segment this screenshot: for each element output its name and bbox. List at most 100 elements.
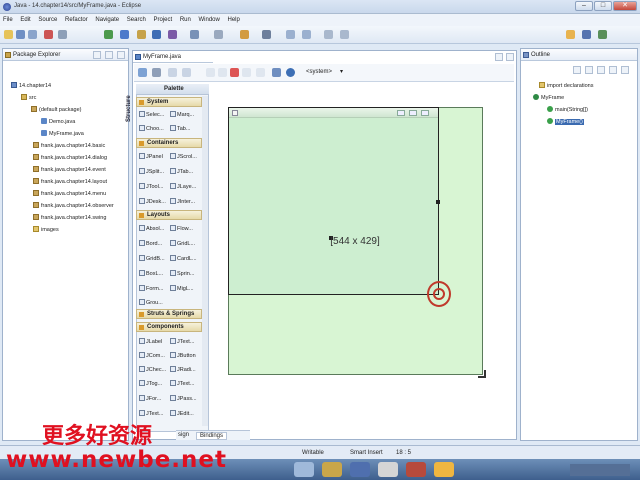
debug-icon[interactable] <box>44 30 53 39</box>
palette-item[interactable]: JCom... <box>139 352 165 359</box>
palette-category-layouts[interactable]: Layouts <box>136 210 202 220</box>
palette-item[interactable]: CardL... <box>170 255 197 262</box>
print-icon[interactable] <box>28 30 37 39</box>
maximize-view-icon[interactable] <box>506 53 514 61</box>
menu-refactor[interactable]: Refactor <box>62 14 91 23</box>
palette-item[interactable]: JTool... <box>139 183 163 190</box>
run-icon[interactable] <box>104 30 113 39</box>
tree-item[interactable]: MyFrame.java <box>41 130 84 137</box>
open-type-icon[interactable] <box>168 30 177 39</box>
java-perspective-icon[interactable] <box>582 30 591 39</box>
palette-item[interactable]: JDesk... <box>139 198 166 205</box>
menu-search[interactable]: Search <box>124 14 149 23</box>
task-icon[interactable] <box>214 30 223 39</box>
open-perspective-icon[interactable] <box>566 30 575 39</box>
palette-item[interactable]: JFor... <box>139 395 161 402</box>
palette-category-struts-springs[interactable]: Struts & Springs <box>136 309 202 319</box>
back-icon[interactable] <box>324 30 333 39</box>
palette-item[interactable]: Sprin... <box>170 270 194 277</box>
cut-icon[interactable] <box>206 68 215 77</box>
delete-icon[interactable] <box>230 68 239 77</box>
editor-tab-myframe[interactable]: MyFrame.java <box>133 51 213 63</box>
menu-source[interactable]: Source <box>35 14 60 23</box>
palette-item[interactable]: JPanel <box>139 153 163 160</box>
tab-design[interactable]: sign <box>178 432 189 438</box>
annotation-icon[interactable] <box>240 30 249 39</box>
taskbar-app-icon[interactable] <box>294 462 314 477</box>
taskbar-app2-icon[interactable] <box>378 462 398 477</box>
outline-item-imports[interactable]: import declarations <box>539 82 593 89</box>
palette-item[interactable]: GridL... <box>170 240 195 247</box>
palette-item[interactable]: JTog... <box>139 380 162 387</box>
palette-item[interactable]: JText... <box>139 410 163 417</box>
menu-window[interactable]: Window <box>196 14 223 23</box>
palette-item[interactable]: JSplit... <box>139 168 164 175</box>
palette-item[interactable]: Flow... <box>170 225 193 232</box>
prev-annotation-icon[interactable] <box>302 30 311 39</box>
tab-bindings[interactable]: Bindings <box>196 432 228 440</box>
palette-category-system[interactable]: System <box>136 97 202 107</box>
palette-category-components[interactable]: Components <box>136 322 202 332</box>
palette-item[interactable]: BoxL... <box>139 270 163 277</box>
palette-item[interactable]: GridB... <box>139 255 165 262</box>
tree-item[interactable]: frank.java.chapter14.observer <box>33 202 114 209</box>
tree-item[interactable]: frank.java.chapter14.event <box>33 166 106 173</box>
source-tab-icon[interactable] <box>138 68 147 77</box>
taskbar-app3-icon[interactable] <box>406 462 426 477</box>
link-editor-icon[interactable] <box>105 51 113 59</box>
hide-nonpublic-icon[interactable] <box>609 66 617 74</box>
palette-item[interactable]: JRadi... <box>170 366 196 373</box>
tree-item[interactable]: frank.java.chapter14.menu <box>33 190 106 197</box>
tree-item[interactable]: src <box>21 94 36 101</box>
menu-file[interactable]: File <box>0 14 16 23</box>
palette-item[interactable]: Bord... <box>139 240 162 247</box>
copy-icon[interactable] <box>218 68 227 77</box>
view-menu-icon[interactable] <box>117 51 125 59</box>
test-gui-icon[interactable] <box>152 68 161 77</box>
outline-menu-icon[interactable] <box>621 66 629 74</box>
tree-item[interactable]: 14.chapter14 <box>11 82 51 89</box>
palette-header[interactable]: Palette <box>136 84 209 95</box>
tree-item[interactable]: (default package) <box>31 106 82 113</box>
collapse-all-icon[interactable] <box>93 51 101 59</box>
align-left-icon[interactable] <box>256 68 265 77</box>
menu-navigate[interactable]: Navigate <box>92 14 122 23</box>
new-icon[interactable] <box>4 30 13 39</box>
outline-tab[interactable]: Outline <box>521 49 637 61</box>
palette-category-containers[interactable]: Containers <box>136 138 202 148</box>
palette-item[interactable]: Form... <box>139 285 163 292</box>
outline-item-class[interactable]: MyFrame <box>533 94 564 101</box>
tree-item[interactable]: frank.java.chapter14.basic <box>33 142 105 149</box>
resize-corner-icon[interactable] <box>478 370 486 378</box>
new-class-icon[interactable] <box>152 30 161 39</box>
palette-item[interactable]: JText... <box>170 380 194 387</box>
outline-item-constructor[interactable]: MyFrame() <box>547 118 584 125</box>
palette-item[interactable]: MigL... <box>170 285 194 292</box>
properties-icon[interactable] <box>272 68 281 77</box>
undo-icon[interactable] <box>168 68 177 77</box>
palette-item[interactable]: JPass... <box>170 395 197 402</box>
taskbar-folder-icon[interactable] <box>322 462 342 477</box>
pin-icon[interactable] <box>262 30 271 39</box>
palette-item[interactable]: JLaye... <box>170 183 196 190</box>
minimize-view-icon[interactable] <box>495 53 503 61</box>
taskbar-eclipse-icon[interactable] <box>350 462 370 477</box>
menu-help[interactable]: Help <box>225 14 243 23</box>
forward-icon[interactable] <box>340 30 349 39</box>
palette-item[interactable]: Choo... <box>139 125 164 132</box>
menu-edit[interactable]: Edit <box>17 14 33 23</box>
palette-item[interactable]: Marq... <box>170 111 194 118</box>
chevron-down-icon[interactable]: ▾ <box>340 68 343 75</box>
palette-item[interactable]: Grou... <box>139 299 163 306</box>
look-and-feel-icon[interactable] <box>286 68 295 77</box>
palette-item[interactable]: JButton <box>170 352 196 359</box>
paste-icon[interactable] <box>242 68 251 77</box>
hide-static-icon[interactable] <box>597 66 605 74</box>
palette-item[interactable]: Selec... <box>139 111 164 118</box>
tree-item[interactable]: frank.java.chapter14.layout <box>33 178 107 185</box>
hide-fields-icon[interactable] <box>585 66 593 74</box>
taskbar-app4-icon[interactable] <box>434 462 454 477</box>
redo-icon[interactable] <box>182 68 191 77</box>
maximize-button[interactable]: □ <box>594 1 612 11</box>
resize-handle-right[interactable] <box>436 200 440 204</box>
